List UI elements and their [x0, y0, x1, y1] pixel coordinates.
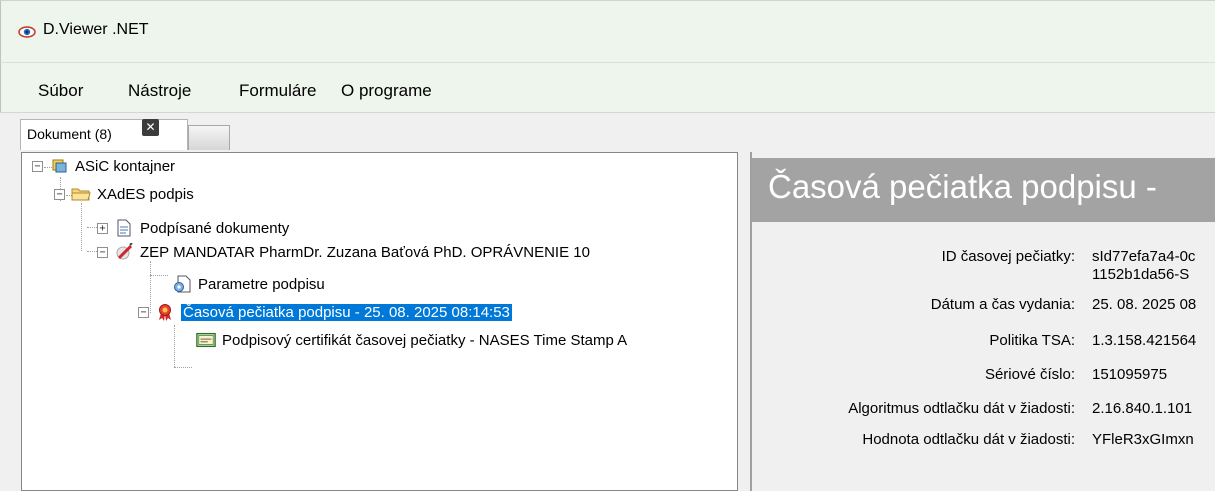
- tab-empty[interactable]: [188, 125, 230, 150]
- property-label: Sériové číslo:: [984, 366, 1075, 383]
- tree-node-label: ZEP MANDATAR PharmDr. Zuzana Baťová PhD.…: [140, 243, 590, 261]
- panel-splitter[interactable]: [738, 152, 750, 491]
- signature-pen-icon: [114, 243, 134, 261]
- tree-node-label: Časová pečiatka podpisu - 25. 08. 2025 0…: [181, 303, 512, 321]
- title-bar: D.Viewer .NET: [0, 0, 1215, 62]
- collapse-icon[interactable]: −: [138, 306, 149, 318]
- tree-node-signed-documents[interactable]: + Podpísané dokumenty: [97, 217, 289, 239]
- property-label: Politika TSA:: [989, 332, 1075, 349]
- document-icon: [114, 219, 134, 237]
- collapse-icon[interactable]: −: [32, 160, 43, 172]
- property-label: ID časovej pečiatky:: [941, 248, 1075, 265]
- property-serial-number: Sériové číslo: 151095975: [752, 366, 1215, 386]
- property-hash-value: Hodnota odtlačku dát v žiadosti: YFleR3x…: [752, 431, 1215, 451]
- property-timestamp-id: ID časovej pečiatky: sId77efa7a4-0c 1152…: [752, 248, 1215, 290]
- menu-bar: Súbor Nástroje Formuláre O programe: [0, 62, 1215, 112]
- property-value: sId77efa7a4-0c: [1092, 248, 1196, 265]
- tree-node-label: Podpisový certifikát časovej pečiatky - …: [222, 331, 628, 349]
- detail-header: Časová pečiatka podpisu -: [752, 158, 1215, 222]
- menu-file[interactable]: Súbor: [38, 81, 83, 101]
- property-value: 2.16.840.1.101: [1092, 400, 1193, 417]
- tree-node-xades-signature[interactable]: − XAdES podpis: [54, 183, 194, 205]
- menu-tools[interactable]: Nástroje: [128, 81, 191, 101]
- detail-panel: Časová pečiatka podpisu - ID časovej peč…: [750, 152, 1215, 491]
- collapse-icon[interactable]: −: [54, 188, 65, 200]
- container-icon: [49, 157, 69, 175]
- ribbon-seal-icon: [155, 303, 175, 321]
- property-value: YFleR3xGImxn: [1092, 431, 1194, 448]
- menu-about[interactable]: O programe: [341, 81, 432, 101]
- tree-node-timestamp-certificate[interactable]: Podpisový certifikát časovej pečiatky - …: [196, 329, 627, 351]
- tree-node-label: Podpísané dokumenty: [140, 219, 290, 237]
- tab-strip: Dokument (8) ✕: [0, 112, 1215, 152]
- property-label: Dátum a čas vydania:: [930, 296, 1075, 313]
- property-value: 25. 08. 2025 08: [1092, 296, 1197, 313]
- property-label: Hodnota odtlačku dát v žiadosti:: [862, 431, 1075, 448]
- tree-node-label: ASiC kontajner: [75, 157, 176, 175]
- tab-document[interactable]: Dokument (8): [20, 119, 188, 150]
- tree-node-asic-container[interactable]: − ASiC kontajner: [32, 155, 175, 177]
- property-tsa-policy: Politika TSA: 1.3.158.421564: [752, 332, 1215, 352]
- property-value: 151095975: [1092, 366, 1168, 383]
- property-value: 1.3.158.421564: [1092, 332, 1197, 349]
- tree-node-zep-signature[interactable]: − ZEP MANDATAR PharmDr. Zuzana Baťová Ph…: [97, 241, 590, 263]
- tree-node-label: XAdES podpis: [97, 185, 194, 203]
- tab-label: Dokument (8): [27, 126, 112, 142]
- tree-node-signature-parameters[interactable]: Parametre podpisu: [172, 273, 325, 295]
- property-hash-algorithm: Algoritmus odtlačku dát v žiadosti: 2.16…: [752, 400, 1215, 420]
- close-icon[interactable]: ✕: [142, 119, 159, 136]
- collapse-icon[interactable]: −: [97, 246, 108, 258]
- tree-node-label: Parametre podpisu: [198, 275, 325, 293]
- tree-node-signature-timestamp[interactable]: − Časová pečiatka podpisu - 25. 08. 2025…: [138, 301, 512, 323]
- document-tree[interactable]: − ASiC kontajner − XAdES podpis + Podpís…: [21, 152, 738, 491]
- window-title: D.Viewer .NET: [43, 21, 149, 38]
- property-value-line2: 1152b1da56-S: [1092, 266, 1190, 283]
- menu-forms[interactable]: Formuláre: [239, 81, 316, 101]
- folder-icon: [71, 185, 91, 203]
- property-label: Algoritmus odtlačku dát v žiadosti:: [848, 400, 1075, 417]
- expand-icon[interactable]: +: [97, 222, 108, 234]
- property-issue-date: Dátum a čas vydania: 25. 08. 2025 08: [752, 296, 1215, 316]
- settings-document-icon: [172, 275, 192, 293]
- eye-icon: [18, 26, 36, 38]
- certificate-icon: [196, 331, 216, 349]
